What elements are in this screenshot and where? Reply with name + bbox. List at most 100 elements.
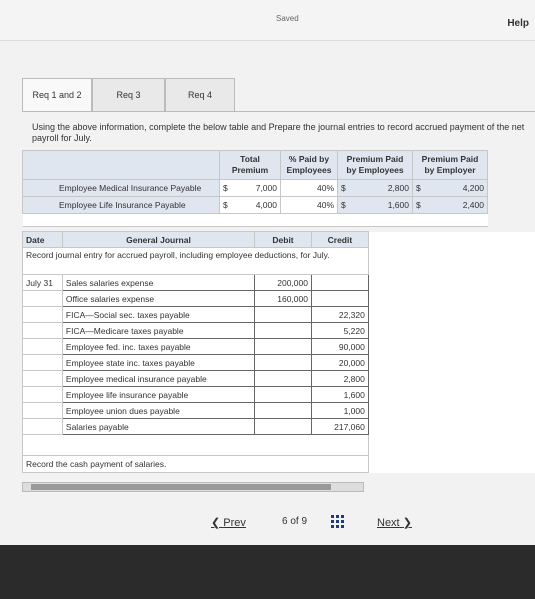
currency-symbol: $ — [337, 179, 354, 197]
journal-row: Employee union dues payable 1,000 — [22, 402, 535, 419]
table-row: Employee Medical Insurance Payable $ 7,0… — [22, 179, 488, 197]
journal-row: FICA—Medicare taxes payable 5,220 — [22, 322, 535, 339]
tab-label: Req 1 and 2 — [32, 90, 82, 100]
horizontal-scrollbar[interactable] — [22, 482, 364, 492]
journal-date[interactable] — [22, 386, 63, 403]
bottom-navigation: ❮ Prev 6 of 9 Next ❯ — [0, 504, 535, 542]
screen: Saved Help Req 1 and 2 Req 3 Req 4 Using… — [0, 0, 535, 545]
page-of: of — [290, 516, 299, 527]
credit-input[interactable]: 1,600 — [310, 386, 369, 403]
total-premium-input[interactable]: 4,000 — [234, 196, 281, 214]
journal-date[interactable] — [22, 338, 63, 355]
journal-date[interactable] — [22, 354, 63, 371]
journal-instruction: Record journal entry for accrued payroll… — [22, 247, 369, 275]
account-input[interactable]: Employee medical insurance payable — [61, 370, 256, 387]
account-input[interactable]: Employee fed. inc. taxes payable — [61, 338, 256, 355]
credit-header: Credit — [310, 231, 369, 248]
tab-req-4[interactable]: Req 4 — [165, 78, 235, 111]
pct-input[interactable]: 40% — [280, 196, 338, 214]
top-bar: Saved Help — [0, 0, 535, 41]
paid-employer-value: 2,400 — [429, 196, 488, 214]
total-premium-input[interactable]: 7,000 — [234, 179, 281, 197]
saved-status: Saved — [276, 14, 299, 23]
premium-header-pct: % Paid by Employees — [280, 150, 338, 180]
page-indicator: 6 of 9 — [282, 516, 307, 527]
paid-employer-value: 4,200 — [429, 179, 488, 197]
next-button[interactable]: Next ❯ — [377, 516, 412, 529]
credit-input[interactable]: 2,800 — [310, 370, 369, 387]
currency-symbol: $ — [219, 179, 234, 197]
help-link[interactable]: Help — [507, 18, 529, 29]
tab-req-3[interactable]: Req 3 — [92, 78, 165, 111]
spacer-row — [22, 213, 488, 227]
debit-input[interactable] — [254, 322, 312, 339]
account-input[interactable]: Employee life insurance payable — [61, 386, 256, 403]
paid-emp-value: 2,800 — [354, 179, 413, 197]
currency-symbol: $ — [337, 196, 354, 214]
tab-req-1-and-2[interactable]: Req 1 and 2 — [22, 78, 92, 112]
tab-label: Req 3 — [116, 90, 141, 100]
account-input[interactable]: Employee union dues payable — [61, 402, 256, 419]
debit-input[interactable] — [254, 354, 312, 371]
journal-instruction-2: Record the cash payment of salaries. — [22, 455, 369, 473]
general-journal-header: General Journal — [61, 231, 256, 248]
journal-row: Employee medical insurance payable 2,800 — [22, 370, 535, 387]
total-pages: 9 — [301, 516, 308, 527]
journal-date[interactable]: July 31 — [22, 274, 63, 291]
credit-input[interactable]: 20,000 — [310, 354, 369, 371]
account-input[interactable]: FICA—Social sec. taxes payable — [61, 306, 256, 323]
tab-label: Req 4 — [187, 90, 213, 100]
debit-input[interactable] — [254, 370, 312, 387]
credit-input[interactable] — [310, 290, 369, 307]
premium-table: Total Premium % Paid by Employees Premiu… — [22, 150, 488, 227]
currency-symbol: $ — [412, 179, 429, 197]
prev-label: Prev — [223, 517, 246, 529]
account-input[interactable]: Sales salaries expense — [61, 274, 256, 291]
premium-header-paid-employer: Premium Paid by Employer — [412, 150, 488, 180]
account-input[interactable]: Salaries payable — [61, 418, 256, 435]
debit-input[interactable] — [254, 338, 312, 355]
credit-input[interactable]: 217,060 — [310, 418, 369, 435]
credit-input[interactable]: 1,000 — [310, 402, 369, 419]
pct-input[interactable]: 40% — [280, 179, 338, 197]
journal-date[interactable] — [22, 402, 63, 419]
debit-input[interactable] — [254, 402, 312, 419]
credit-input[interactable]: 5,220 — [310, 322, 369, 339]
debit-input[interactable] — [254, 306, 312, 323]
debit-input[interactable] — [254, 386, 312, 403]
journal-row: Salaries payable 217,060 — [22, 418, 535, 435]
journal-date[interactable] — [22, 306, 63, 323]
credit-input[interactable] — [310, 274, 369, 291]
journal-date[interactable] — [22, 322, 63, 339]
journal-date[interactable] — [22, 290, 63, 307]
paid-emp-value: 1,600 — [354, 196, 413, 214]
journal-row: July 31 Sales salaries expense 200,000 — [22, 274, 535, 291]
currency-symbol: $ — [219, 196, 234, 214]
account-input[interactable]: Employee state inc. taxes payable — [61, 354, 256, 371]
journal-row: Office salaries expense 160,000 — [22, 290, 535, 307]
journal-table: Date General Journal Debit Credit Record… — [22, 231, 535, 473]
prev-button[interactable]: ❮ Prev — [211, 516, 246, 529]
row-label: Employee Medical Insurance Payable — [22, 179, 220, 197]
row-label: Employee Life Insurance Payable — [22, 196, 220, 214]
journal-row: Employee fed. inc. taxes payable 90,000 — [22, 338, 535, 355]
blank-area — [368, 231, 535, 248]
journal-date[interactable] — [22, 370, 63, 387]
account-input[interactable]: Office salaries expense — [61, 290, 256, 307]
credit-input[interactable]: 90,000 — [310, 338, 369, 355]
scrollbar-thumb[interactable] — [31, 484, 331, 490]
grid-icon[interactable] — [331, 515, 345, 529]
journal-row: Employee life insurance payable 1,600 — [22, 386, 535, 403]
debit-input[interactable] — [254, 418, 312, 435]
credit-input[interactable]: 22,320 — [310, 306, 369, 323]
debit-input[interactable]: 160,000 — [254, 290, 312, 307]
table-row: Employee Life Insurance Payable $ 4,000 … — [22, 196, 488, 214]
tab-divider — [22, 111, 535, 112]
account-input[interactable]: FICA—Medicare taxes payable — [61, 322, 256, 339]
debit-input[interactable]: 200,000 — [254, 274, 312, 291]
premium-header-blank — [22, 150, 220, 180]
premium-header-total: Total Premium — [219, 150, 281, 180]
current-page: 6 — [282, 516, 288, 527]
next-label: Next — [377, 517, 400, 529]
journal-date[interactable] — [22, 418, 63, 435]
